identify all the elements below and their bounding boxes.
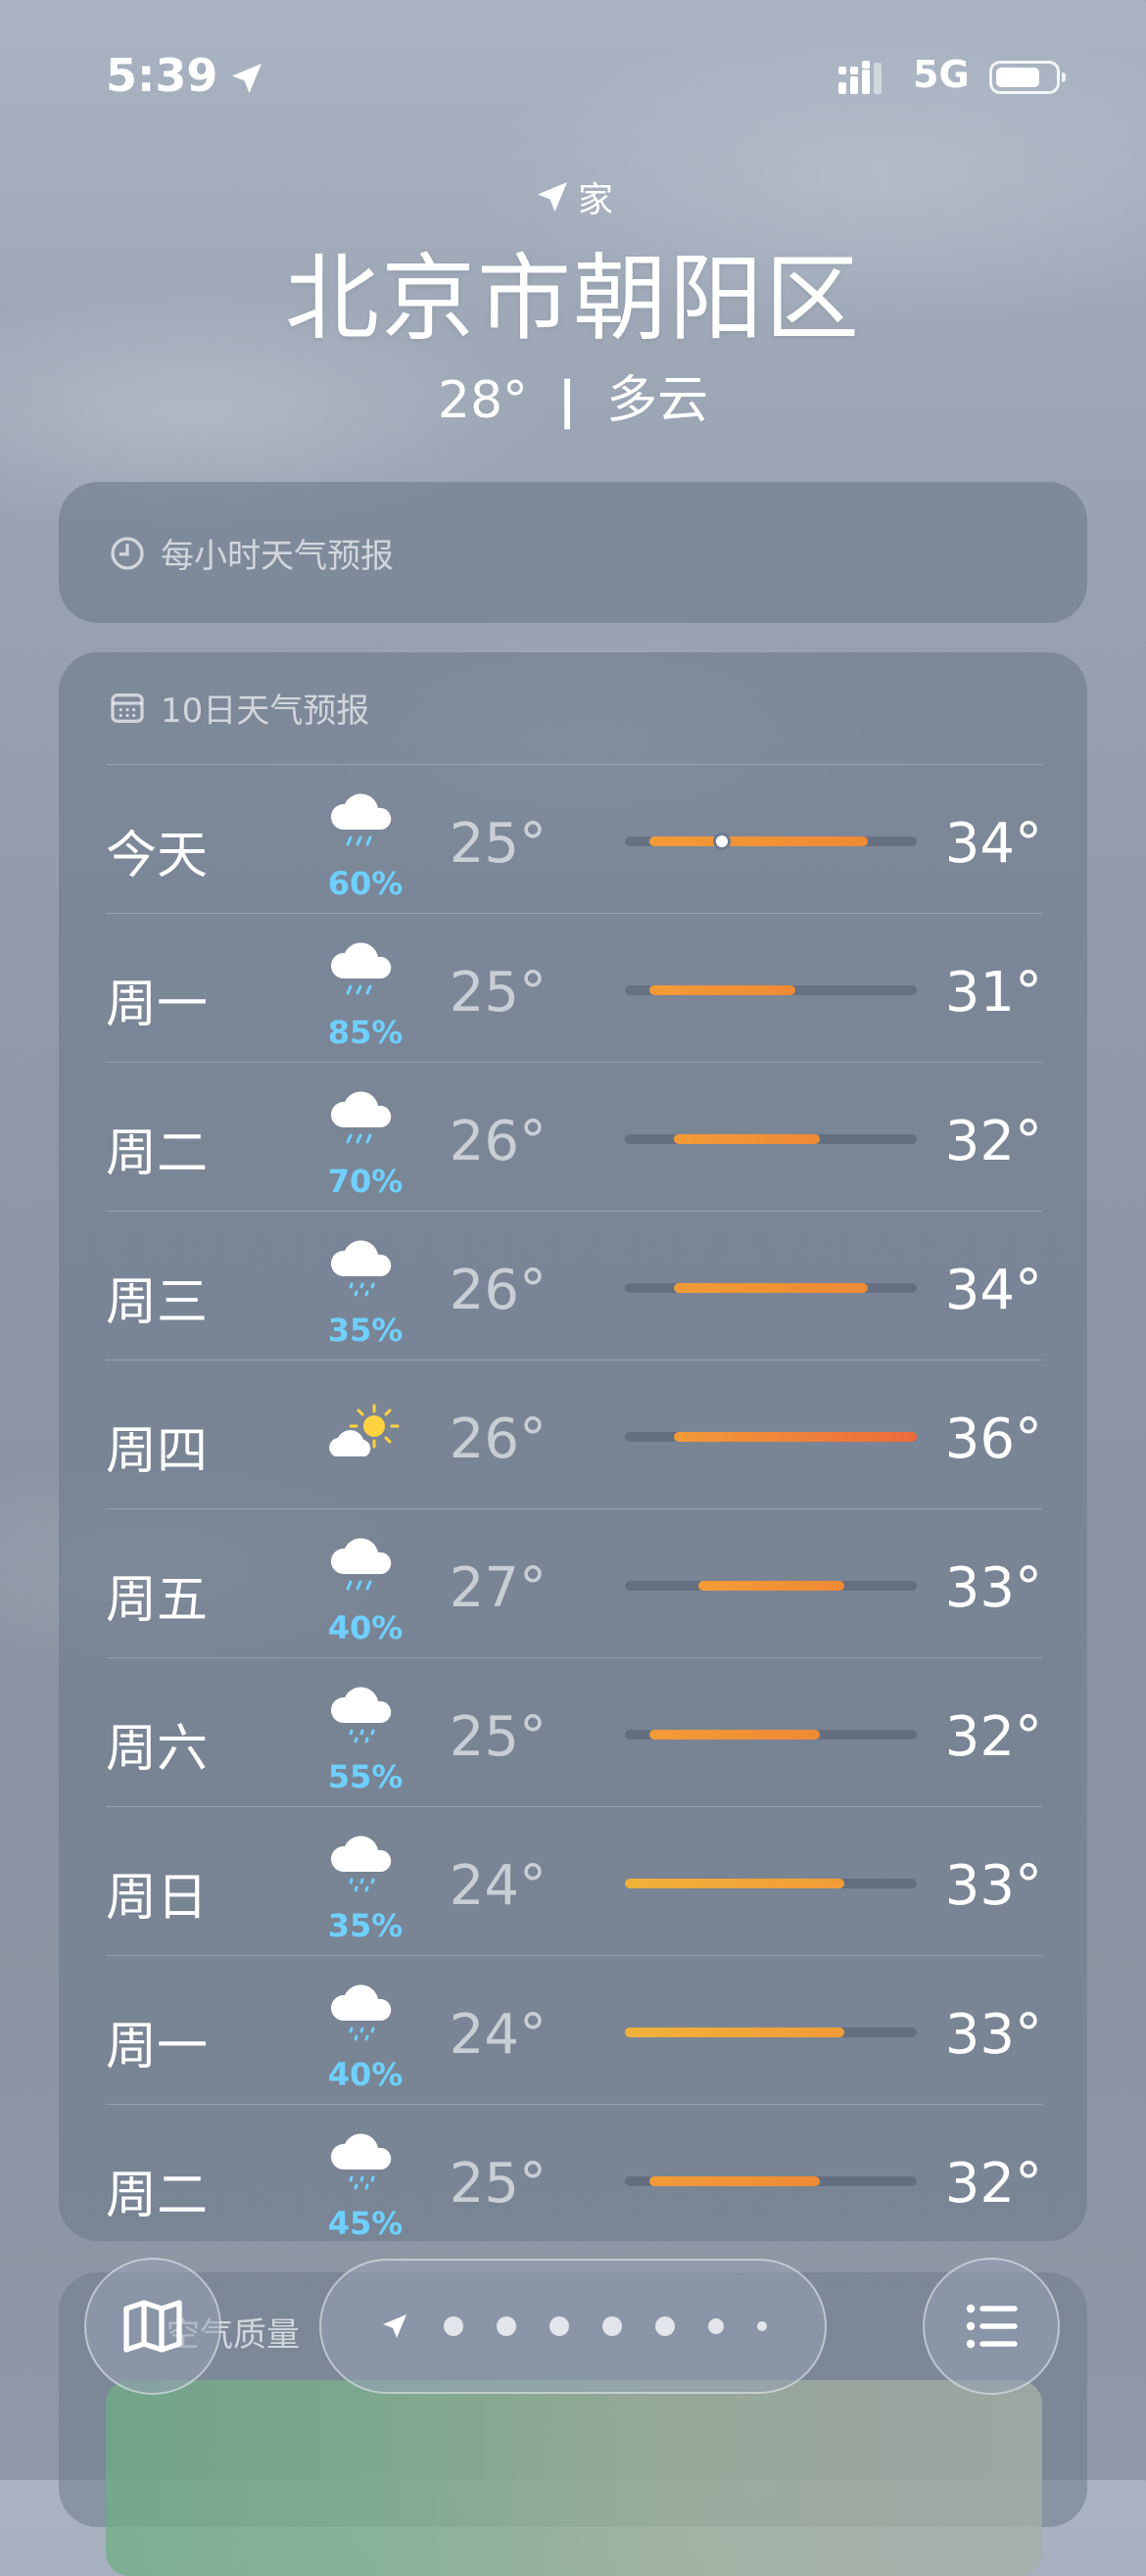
low-temp: 26° bbox=[449, 1407, 547, 1471]
ten-day-title: 10日天气预报 bbox=[108, 684, 369, 732]
ten-day-forecast-card[interactable]: 10日天气预报 今天 60% 25° 34° 周一 85% 25° 31° 周二 70% 26° 32… bbox=[59, 652, 1087, 2242]
forecast-list: 今天 60% 25° 34° 周一 85% 25° 31° 周二 70% 26° 32° 周三 35% 26… bbox=[106, 764, 1042, 2253]
list-icon bbox=[966, 2304, 1018, 2349]
battery-icon bbox=[989, 61, 1066, 94]
forecast-day: 周二 bbox=[106, 2167, 209, 2225]
forecast-row[interactable]: 周三 35% 26° 34° bbox=[106, 1211, 1042, 1360]
forecast-day: 周二 bbox=[106, 1124, 209, 1183]
low-temp: 26° bbox=[449, 1110, 547, 1173]
temp-range-bar bbox=[648, 836, 869, 846]
high-temp: 33° bbox=[944, 1854, 1042, 1918]
page-dot[interactable] bbox=[497, 2316, 516, 2336]
current-location-icon bbox=[383, 2314, 406, 2338]
forecast-row[interactable]: 周六 55% 25° 32° bbox=[106, 1657, 1042, 1806]
temp-range-track bbox=[625, 2176, 917, 2186]
temp-range-bar bbox=[648, 2176, 820, 2186]
forecast-row[interactable]: 周五 40% 27° 33° bbox=[106, 1508, 1042, 1657]
low-temp: 24° bbox=[449, 2003, 547, 2067]
current-conditions: 28° | 多云 bbox=[0, 358, 1146, 432]
page-dot[interactable] bbox=[757, 2321, 767, 2331]
temp-range-track bbox=[625, 1283, 917, 1293]
high-temp: 32° bbox=[944, 1110, 1042, 1173]
low-temp: 24° bbox=[449, 1854, 547, 1918]
temp-range-track bbox=[625, 985, 917, 995]
forecast-row[interactable]: 周一 40% 24° 33° bbox=[106, 1955, 1042, 2104]
forecast-day: 周五 bbox=[106, 1571, 209, 1630]
temp-range-track bbox=[625, 1730, 917, 1740]
ten-day-title-text: 10日天气预报 bbox=[161, 692, 370, 731]
temp-range-track bbox=[625, 1432, 917, 1442]
network-type: 5G bbox=[913, 53, 970, 96]
forecast-day: 周四 bbox=[106, 1422, 209, 1481]
high-temp: 32° bbox=[944, 1705, 1042, 1769]
page-dot[interactable] bbox=[655, 2316, 675, 2336]
page-dot[interactable] bbox=[602, 2316, 622, 2336]
temp-range-track bbox=[625, 2027, 917, 2037]
high-temp: 34° bbox=[944, 812, 1042, 876]
forecast-row[interactable]: 周四 26° 36° bbox=[106, 1360, 1042, 1508]
temp-range-bar bbox=[673, 1134, 820, 1144]
current-temp: 28° bbox=[437, 371, 529, 430]
low-temp: 25° bbox=[449, 2152, 547, 2216]
condition-text: 多云 bbox=[606, 371, 709, 430]
temp-range-bar bbox=[673, 1432, 917, 1442]
temp-range-bar bbox=[648, 1730, 820, 1740]
status-time: 5:39 bbox=[106, 49, 218, 102]
forecast-row[interactable]: 今天 60% 25° 34° bbox=[106, 764, 1042, 913]
temp-range-bar bbox=[625, 1879, 844, 1888]
current-temp-marker bbox=[713, 833, 732, 850]
signal-icon bbox=[838, 61, 882, 94]
temp-range-bar bbox=[673, 1283, 869, 1293]
calendar-icon bbox=[111, 692, 144, 723]
forecast-day: 周日 bbox=[106, 1869, 209, 1928]
location-header: 家 北京市朝阳区 28° | 多云 bbox=[0, 171, 1146, 432]
high-temp: 33° bbox=[944, 1556, 1042, 1620]
hourly-title-text: 每小时天气预报 bbox=[161, 537, 394, 576]
high-temp: 36° bbox=[944, 1407, 1042, 1471]
forecast-day: 周一 bbox=[106, 976, 209, 1034]
low-temp: 25° bbox=[449, 961, 547, 1025]
forecast-row[interactable]: 周一 85% 25° 31° bbox=[106, 913, 1042, 1062]
high-temp: 32° bbox=[944, 2152, 1042, 2216]
low-temp: 26° bbox=[449, 1259, 547, 1322]
high-temp: 31° bbox=[944, 961, 1042, 1025]
temp-range-track bbox=[625, 1879, 917, 1888]
low-temp: 25° bbox=[449, 812, 547, 876]
city-list-button[interactable] bbox=[923, 2258, 1060, 2395]
page-dot[interactable] bbox=[444, 2316, 463, 2336]
temp-range-track bbox=[625, 833, 917, 850]
city-name: 北京市朝阳区 bbox=[285, 244, 861, 354]
forecast-day: 今天 bbox=[106, 827, 209, 885]
map-button[interactable] bbox=[84, 2258, 221, 2395]
forecast-day: 周三 bbox=[106, 1273, 209, 1332]
conditions-separator: | bbox=[557, 371, 577, 430]
temp-range-bar bbox=[697, 1581, 844, 1591]
map-icon bbox=[123, 2300, 182, 2353]
high-temp: 34° bbox=[944, 1259, 1042, 1322]
forecast-day: 周一 bbox=[106, 2018, 209, 2076]
temp-range-bar bbox=[648, 985, 795, 995]
temp-range-bar bbox=[625, 2027, 844, 2037]
location-arrow-icon bbox=[232, 64, 262, 93]
forecast-day: 周六 bbox=[106, 1720, 209, 1779]
location-name: 家 bbox=[577, 180, 613, 220]
hourly-forecast-card[interactable]: 每小时天气预报 bbox=[59, 482, 1087, 623]
air-quality-map bbox=[106, 2380, 1042, 2576]
high-temp: 33° bbox=[944, 2003, 1042, 2067]
location-label: 家 bbox=[0, 171, 1146, 222]
page-dot[interactable] bbox=[549, 2316, 569, 2336]
location-page-indicator[interactable] bbox=[319, 2259, 827, 2394]
forecast-row[interactable]: 周二 70% 26° 32° bbox=[106, 1062, 1042, 1211]
low-temp: 25° bbox=[449, 1705, 547, 1769]
forecast-row[interactable]: 周日 35% 24° 33° bbox=[106, 1806, 1042, 1955]
temp-range-track bbox=[625, 1581, 917, 1591]
temp-range-track bbox=[625, 1134, 917, 1144]
low-temp: 27° bbox=[449, 1556, 547, 1620]
hourly-title: 每小时天气预报 bbox=[108, 529, 394, 577]
location-arrow-icon bbox=[537, 182, 567, 212]
status-bar: 5:39 5G bbox=[0, 49, 1146, 108]
page-dot[interactable] bbox=[708, 2318, 724, 2334]
forecast-row[interactable]: 周二 45% 25° 32° bbox=[106, 2104, 1042, 2253]
clock-icon bbox=[111, 536, 144, 570]
